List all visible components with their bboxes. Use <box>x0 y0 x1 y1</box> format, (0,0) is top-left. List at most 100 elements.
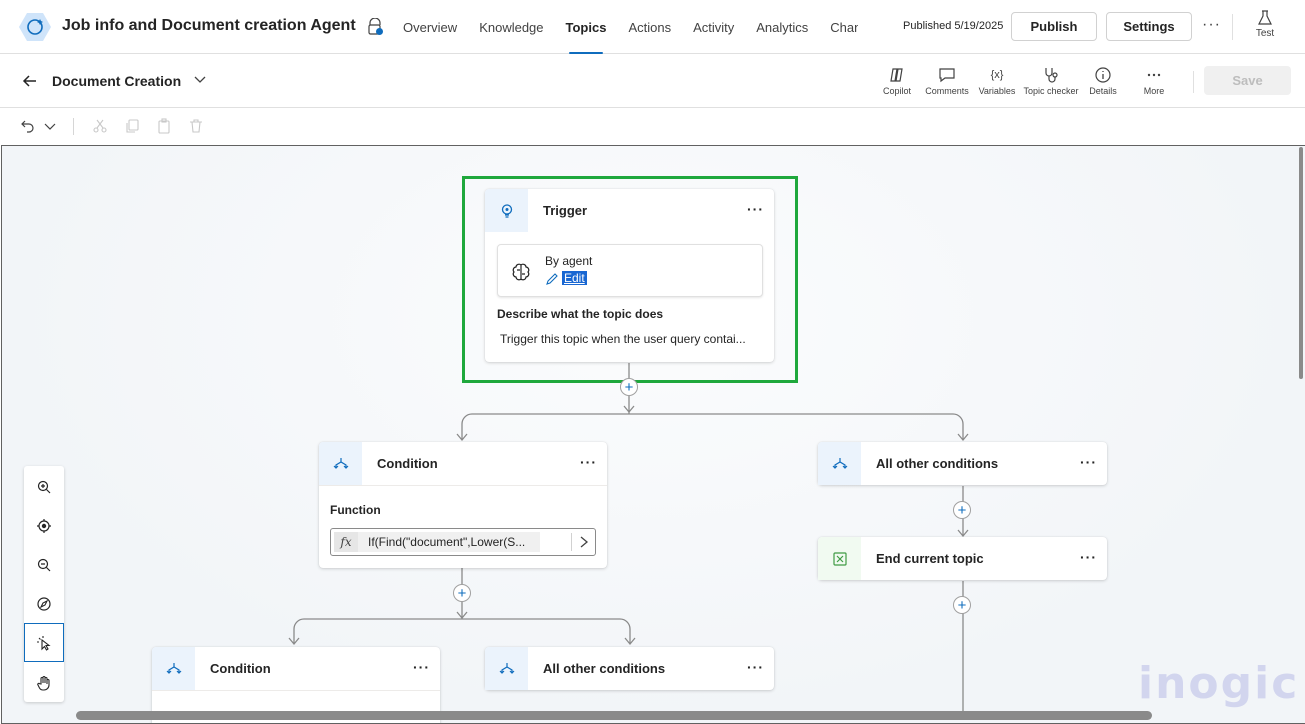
cut-icon[interactable] <box>92 118 108 134</box>
zoom-out-icon <box>37 558 51 571</box>
other-conditions-header: All other conditions ··· <box>818 442 1107 485</box>
more-options-icon[interactable]: ··· <box>747 659 764 675</box>
more-options-icon[interactable]: ··· <box>413 659 430 675</box>
chevron-right-icon[interactable] <box>578 535 590 549</box>
minimap-button[interactable] <box>24 584 64 623</box>
condition-title: Condition <box>377 456 438 471</box>
tab-topics[interactable]: Topics <box>555 0 618 54</box>
formula-text: If(Find("document",Lower(S... <box>368 535 526 549</box>
zoom-in-button[interactable] <box>24 467 64 506</box>
chevron-down-icon[interactable] <box>193 72 207 86</box>
pan-mode-button[interactable] <box>24 663 64 702</box>
hand-icon <box>37 675 50 691</box>
add-node-button[interactable]: + <box>953 501 971 519</box>
add-node-button[interactable]: + <box>953 596 971 614</box>
fx-icon: fx <box>334 532 358 552</box>
zoom-out-button[interactable] <box>24 545 64 584</box>
canvas-controls <box>24 466 64 702</box>
paste-icon[interactable] <box>156 118 172 134</box>
more-button[interactable]: More <box>1138 66 1170 96</box>
variables-button[interactable]: {x} Variables <box>976 66 1018 96</box>
tab-analytics[interactable]: Analytics <box>745 0 819 54</box>
compass-icon <box>37 596 51 611</box>
variables-icon: {x} <box>991 69 1004 81</box>
copilot-label: Copilot <box>882 86 911 96</box>
condition-node[interactable]: Condition ··· Function fx If(Find("docum… <box>319 442 607 568</box>
details-button[interactable]: Details <box>1084 66 1122 96</box>
agent-title: Job info and Document creation Agent <box>62 17 356 34</box>
topic-nav-tabs: Overview Knowledge Topics Actions Activi… <box>392 0 858 54</box>
more-options-icon[interactable]: ··· <box>580 454 597 470</box>
brand-watermark: inogic <box>1138 658 1300 709</box>
condition-body <box>152 690 440 691</box>
condition-header: Condition ··· <box>319 442 607 485</box>
copilot-button[interactable]: Copilot <box>877 66 917 96</box>
end-topic-header: End current topic ··· <box>818 537 1107 580</box>
other-conditions-icon-box <box>485 647 528 690</box>
published-status: Published 5/19/2025 <box>903 20 1004 32</box>
branch-icon <box>832 457 847 469</box>
branch-icon <box>499 662 514 674</box>
add-node-button[interactable]: + <box>453 584 471 602</box>
delete-icon[interactable] <box>188 118 204 134</box>
vertical-scrollbar[interactable] <box>1299 147 1303 379</box>
more-options-icon[interactable]: ··· <box>1080 454 1097 470</box>
topic-checker-label: Topic checker <box>1023 86 1079 96</box>
topic-checker-button[interactable]: Topic checker <box>1022 66 1080 96</box>
end-topic-icon <box>832 551 847 566</box>
authoring-canvas[interactable]: Trigger ··· By agent Edit Describe what … <box>1 145 1305 724</box>
publish-button[interactable]: Publish <box>1011 12 1097 41</box>
tab-knowledge[interactable]: Knowledge <box>468 0 554 54</box>
branch-icon <box>333 457 348 469</box>
undo-icon[interactable] <box>20 118 36 134</box>
condition-title: Condition <box>210 661 271 676</box>
back-arrow-icon[interactable] <box>20 71 40 91</box>
locate-icon <box>37 518 51 533</box>
other-conditions-node[interactable]: All other conditions ··· <box>818 442 1107 485</box>
comment-icon <box>939 68 955 83</box>
topic-name[interactable]: Document Creation <box>52 73 181 89</box>
more-horizontal-icon <box>1147 73 1161 77</box>
variables-label: Variables <box>978 86 1016 96</box>
tab-actions[interactable]: Actions <box>617 0 682 54</box>
other-conditions-node[interactable]: All other conditions ··· <box>485 647 774 690</box>
agent-logo-icon <box>19 13 51 41</box>
tab-channels[interactable]: Channe <box>819 0 858 54</box>
svg-text:{x}: {x} <box>991 69 1004 81</box>
recenter-button[interactable] <box>24 506 64 545</box>
flask-icon <box>1258 10 1272 25</box>
copy-icon[interactable] <box>124 118 140 134</box>
agent-status-icon[interactable] <box>366 18 384 36</box>
chevron-down-icon[interactable] <box>42 118 58 134</box>
divider <box>1232 14 1233 40</box>
condition-icon-box <box>152 647 195 690</box>
info-icon <box>1095 67 1111 83</box>
other-conditions-title: All other conditions <box>876 456 999 471</box>
other-conditions-header: All other conditions ··· <box>485 647 774 690</box>
save-button[interactable]: Save <box>1204 66 1291 95</box>
tab-overview[interactable]: Overview <box>392 0 468 54</box>
horizontal-scrollbar[interactable] <box>76 711 1152 720</box>
select-mode-button[interactable] <box>24 623 64 662</box>
other-conditions-icon-box <box>818 442 861 485</box>
branch-icon <box>166 662 181 674</box>
cursor-select-icon <box>37 635 51 651</box>
topic-toolbar: Document Creation Copilot Comments {x} V… <box>0 54 1305 108</box>
comments-button[interactable]: Comments <box>922 66 972 96</box>
top-app-bar: Job info and Document creation Agent Ove… <box>0 0 1305 54</box>
tab-activity[interactable]: Activity <box>682 0 745 54</box>
more-options-icon[interactable]: ··· <box>1202 16 1221 34</box>
more-options-icon[interactable]: ··· <box>1080 549 1097 565</box>
end-topic-title: End current topic <box>876 551 984 566</box>
end-topic-node[interactable]: End current topic ··· <box>818 537 1107 580</box>
condition-icon-box <box>319 442 362 485</box>
end-topic-icon-box <box>818 537 861 580</box>
other-conditions-title: All other conditions <box>543 661 666 676</box>
more-label: More <box>1143 86 1165 96</box>
comments-label: Comments <box>925 86 969 96</box>
test-button[interactable]: Test <box>1245 10 1285 39</box>
add-node-button[interactable]: + <box>620 378 638 396</box>
formula-field[interactable]: fx If(Find("document",Lower(S... <box>330 528 596 556</box>
settings-button[interactable]: Settings <box>1106 12 1192 41</box>
edit-toolbar <box>0 108 1305 145</box>
